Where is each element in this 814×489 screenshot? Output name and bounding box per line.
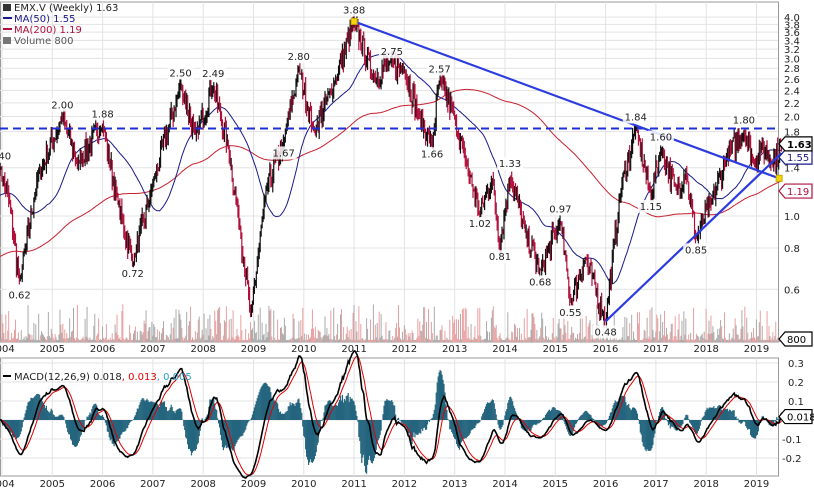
bar-chart-icon [3,4,11,11]
legend-title: EMX.V (Weekly) 1.63 [14,3,118,14]
volume-value-tag: 800 [787,335,806,346]
macd-x-tick-label: 2015 [543,479,568,489]
y-tick-label: 2.4 [784,86,800,97]
stock-chart: 1.40 0.62 2.00 1.88 0.72 2.50 2.49 2.80 1.67 3.88… [0,1,814,489]
legend-volume: Volume 800 [14,36,73,47]
line-icon [3,375,11,377]
macd-x-tick-label: 2007 [140,479,165,489]
annotation-label: 1.40 [0,152,11,163]
y-tick-label: 1.0 [784,212,800,223]
volume-icon [3,37,11,44]
y-tick-label: 0.8 [784,244,800,255]
annotation-label: 0.72 [122,269,144,280]
y-tick-label: 0.6 [784,285,800,296]
annotation-label: 0.62 [8,291,30,302]
x-tick-label: 2016 [593,344,618,355]
annotation-label: 1.88 [91,109,113,120]
annotation-label: 2.80 [288,52,310,63]
annotation-label: 0.68 [529,277,551,288]
x-tick-label: 2011 [341,344,366,355]
macd-x-tick-label: 2004 [0,479,15,489]
macd-x-tick-label: 2018 [693,479,718,489]
yellow-square-marker [350,17,358,25]
annotation-label: 0.97 [549,204,571,215]
annotation-label: 2.75 [381,47,403,58]
ma200-value-tag: 1.19 [787,187,809,198]
macd-x-tick-label: 2011 [341,479,366,489]
annotation-label: 1.80 [733,116,755,127]
x-tick-label: 2013 [442,344,467,355]
x-tick-label: 2012 [392,344,417,355]
annotation-label: 3.88 [343,5,365,16]
x-tick-label: 2019 [744,344,769,355]
yellow-square-marker [775,174,783,182]
annotation-label: 0.81 [489,252,511,263]
x-tick-label: 2007 [140,344,165,355]
macd-x-tick-label: 2009 [241,479,266,489]
legend-ma50: MA(50) 1.55 [14,14,75,25]
price-value-tag: 1.63 [787,140,812,151]
annotation-label: 1.33 [499,159,521,170]
macd-y-tick-label: -0.2 [782,454,802,465]
macd-x-tick-label: 2014 [492,479,517,489]
x-tick-label: 2006 [90,344,115,355]
annotation-label: 1.84 [625,112,647,123]
annotation-label: 2.50 [169,69,191,80]
y-tick-label: 1.4 [784,164,800,175]
x-tick-label: 2018 [693,344,718,355]
x-tick-label: 2015 [543,344,568,355]
macd-legend: MACD(12,26,9) 0.018 [14,372,122,383]
x-tick-label: 2014 [492,344,517,355]
macd-x-tick-label: 2016 [593,479,618,489]
macd-x-tick-label: 2017 [643,479,668,489]
macd-x-tick-label: 2006 [90,479,115,489]
macd-y-tick-label: 0.2 [788,378,804,389]
annotation-label: 0.48 [594,327,616,338]
x-tick-label: 2008 [190,344,215,355]
macd-signal-legend: , 0.013 [122,372,157,383]
x-tick-label: 2004 [0,344,15,355]
macd-x-tick-label: 2010 [291,479,316,489]
annotation-label: 2.57 [428,65,450,76]
macd-x-tick-label: 2019 [744,479,769,489]
macd-y-tick-label: 0.1 [788,397,804,408]
y-tick-label: 2.8 [784,64,800,75]
x-tick-label: 2017 [643,344,668,355]
macd-x-tick-label: 2012 [392,479,417,489]
macd-x-tick-label: 2008 [190,479,215,489]
annotation-label: 0.55 [559,308,581,319]
annotation-label: 1.15 [640,202,662,213]
y-tick-label: 2.6 [784,75,800,86]
x-tick-label: 2005 [40,344,65,355]
annotation-label: 0.85 [685,245,707,256]
annotation-label: 1.66 [421,149,443,160]
y-tick-label: 2.2 [784,99,800,110]
x-tick-label: 2009 [241,344,266,355]
legend-ma200: MA(200) 1.19 [14,25,82,36]
line-icon [3,28,12,30]
annotation-label: 2.49 [202,69,224,80]
annotation-label: 1.60 [650,133,672,144]
macd-y-tick-label: 0.3 [788,359,804,370]
ma50-value-tag: 1.55 [787,153,809,164]
annotation-label: 1.02 [469,219,491,230]
line-icon [3,17,12,19]
x-tick-label: 2010 [291,344,316,355]
macd-hist-legend: , 0.005 [157,372,192,383]
macd-y-tick-label: -0.1 [782,435,802,446]
annotation-label: 1.67 [273,148,295,159]
annotation-label: 2.00 [51,101,73,112]
macd-value-tag: 0.018 [787,413,814,424]
y-tick-label: 2.0 [784,113,800,124]
macd-x-tick-label: 2013 [442,479,467,489]
macd-x-tick-label: 2005 [40,479,65,489]
